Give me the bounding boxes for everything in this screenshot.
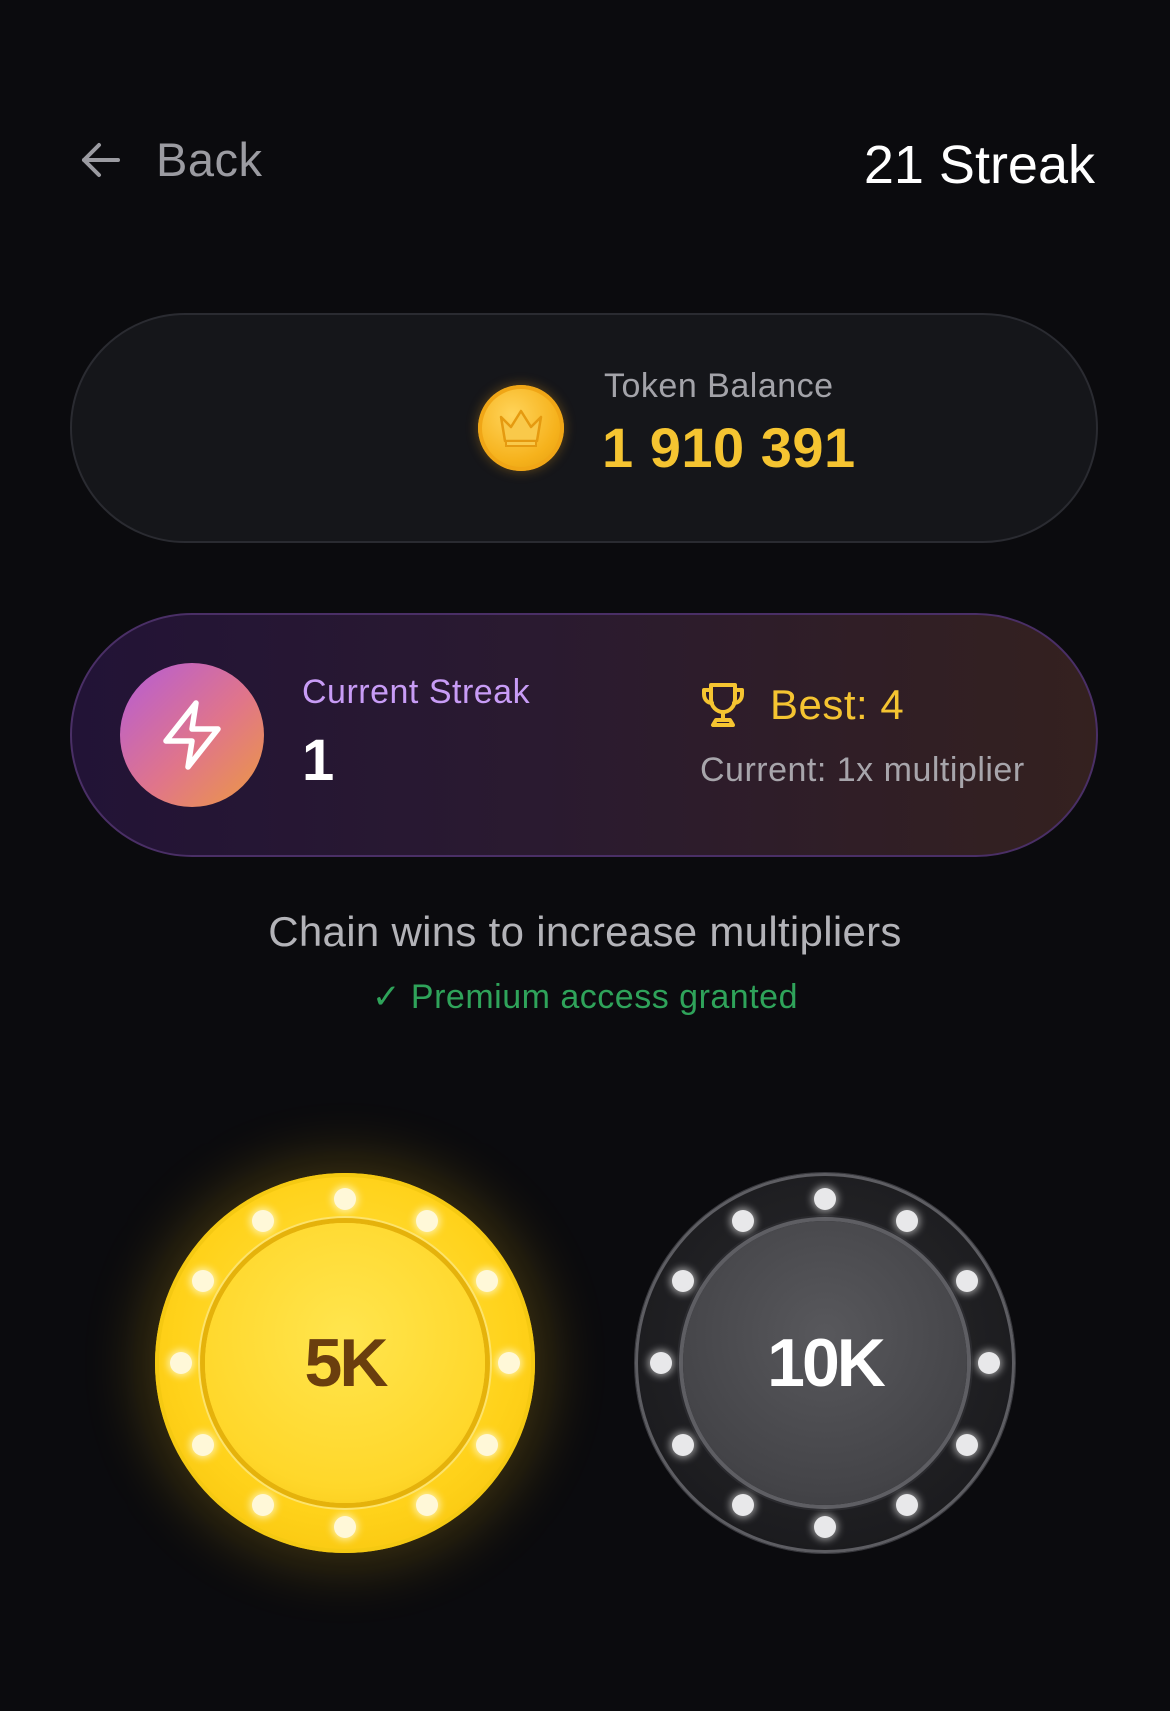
page-title: 21 Streak xyxy=(863,135,1095,195)
chip-label: 5K xyxy=(304,1325,389,1401)
chip-label: 10K xyxy=(767,1325,886,1401)
chip-10k-button[interactable]: 10K xyxy=(635,1173,1015,1553)
arrow-left-icon xyxy=(78,137,124,183)
current-multiplier-text: Current: 1x multiplier xyxy=(700,751,1025,789)
token-balance-card: Token Balance 1 910 391 xyxy=(70,313,1098,543)
token-balance-value: 1 910 391 xyxy=(602,416,856,479)
current-streak-value: 1 xyxy=(302,728,335,793)
best-streak: Best: 4 xyxy=(700,681,904,729)
premium-access-status: ✓ Premium access granted xyxy=(372,978,798,1016)
token-balance-label: Token Balance xyxy=(604,367,834,405)
best-streak-label: Best: 4 xyxy=(770,681,905,728)
streak-page: Back 21 Streak Token Balance 1 910 391 C… xyxy=(0,0,1170,1711)
chain-wins-hint: Chain wins to increase multipliers xyxy=(268,908,902,955)
trophy-icon xyxy=(700,681,746,729)
crown-coin-icon xyxy=(478,385,564,471)
back-label: Back xyxy=(156,133,263,186)
chip-5k-button[interactable]: 5K xyxy=(155,1173,535,1553)
current-streak-card: Current Streak 1 Best: 4 Current: 1x mul… xyxy=(70,613,1098,857)
back-button[interactable]: Back xyxy=(78,132,263,187)
current-streak-label: Current Streak xyxy=(302,673,531,711)
lightning-bolt-icon xyxy=(120,663,264,807)
